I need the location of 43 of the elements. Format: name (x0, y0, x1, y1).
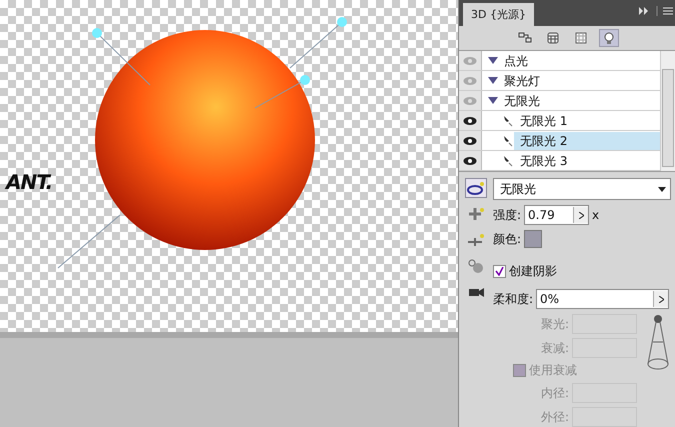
field-label: 聚光: (540, 316, 569, 332)
expand-triangle-icon[interactable] (488, 97, 498, 104)
color-swatch[interactable] (524, 230, 542, 248)
dropdown-caret-icon (658, 186, 666, 192)
light-bulb-icon[interactable] (599, 29, 619, 47)
field-label: 颜色: (493, 230, 522, 248)
light-group-label[interactable]: 无限光 (498, 92, 546, 110)
scrollbar-thumb[interactable] (662, 69, 674, 167)
spotlight-cone-icon (645, 314, 671, 372)
expand-triangle-icon[interactable] (488, 77, 498, 84)
light-cursor-icon (502, 134, 514, 146)
visibility-toggle[interactable] (459, 91, 482, 110)
light-type-dropdown[interactable]: 无限光 (493, 178, 671, 200)
checkbox-label: 使用衰减 (529, 362, 577, 379)
light-item[interactable]: 无限光 3 (514, 152, 660, 170)
eye-icon[interactable] (463, 136, 477, 146)
field-label: 柔和度: (493, 290, 534, 308)
visibility-toggle[interactable] (459, 131, 482, 150)
checkbox[interactable] (493, 265, 506, 278)
logo-text: ANT. (6, 170, 52, 194)
rotate-light-icon[interactable] (465, 178, 487, 198)
light-group-label[interactable]: 聚光灯 (498, 72, 546, 90)
light-item[interactable]: 无限光 2 (514, 132, 660, 150)
panel-tab[interactable]: 3D {光源} (463, 3, 534, 26)
eye-icon[interactable] (463, 156, 477, 166)
light-cursor-icon (502, 154, 514, 166)
expand-triangle-icon[interactable] (488, 57, 498, 64)
visibility-toggle[interactable] (459, 111, 482, 130)
light-item[interactable]: 无限光 1 (514, 112, 660, 130)
field-label: 衰减: (540, 340, 569, 356)
light-cursor-icon (502, 114, 514, 126)
multiplier-symbol: x (592, 208, 600, 222)
visibility-toggle[interactable] (459, 51, 482, 70)
visibility-toggle[interactable] (459, 71, 482, 90)
visibility-toggle[interactable] (459, 151, 482, 170)
intensity-field[interactable]: 0.79 (524, 205, 590, 225)
light-group-label[interactable]: 点光 (498, 52, 534, 70)
eye-icon[interactable] (463, 116, 477, 126)
softness-field[interactable]: 0% (536, 289, 670, 309)
field-label: 内径: (540, 384, 569, 402)
field-label: 强度: (493, 206, 522, 224)
field-label: 外径: (540, 408, 569, 426)
checkbox-label: 创建阴影 (509, 263, 557, 280)
